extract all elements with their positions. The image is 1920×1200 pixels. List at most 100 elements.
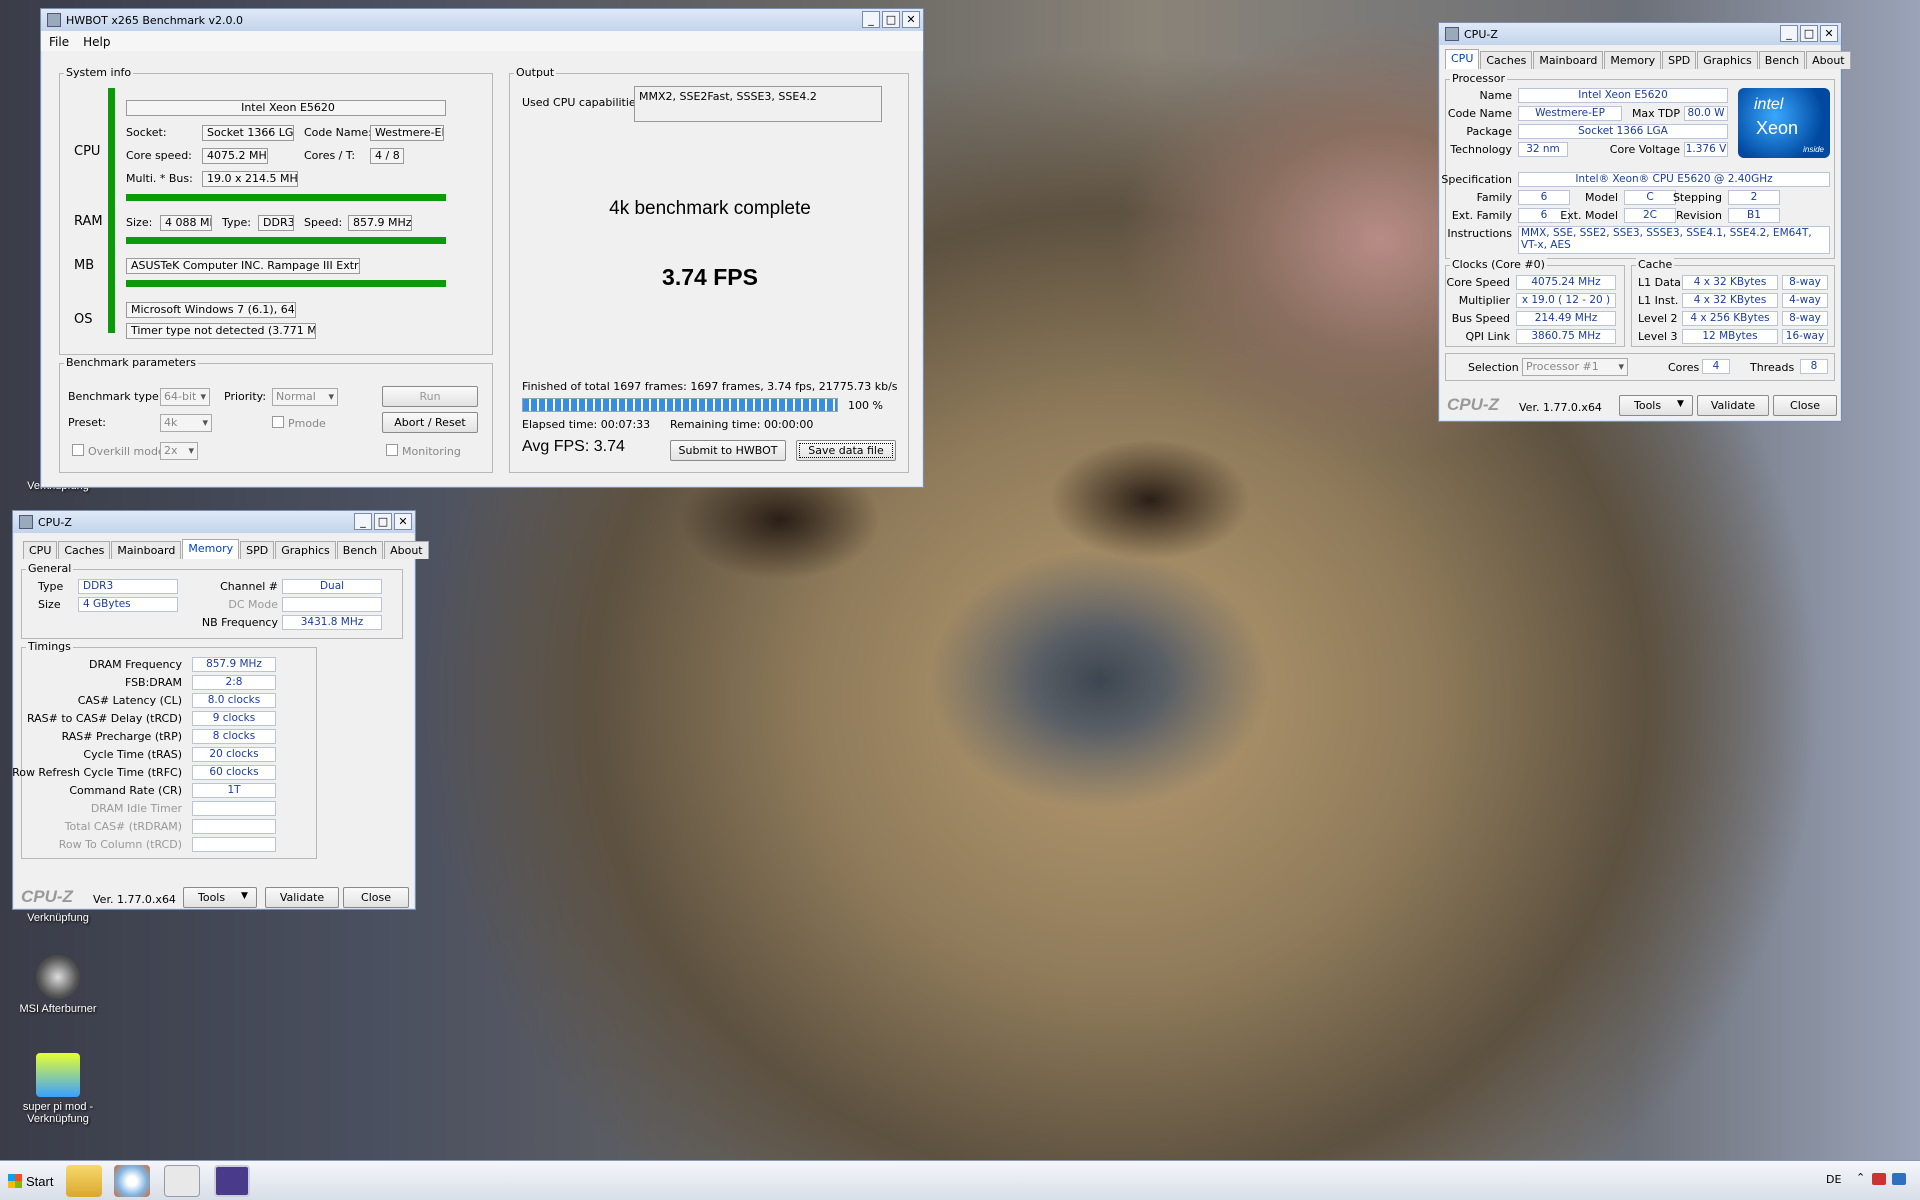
minimize-icon[interactable]: _ [354, 513, 372, 530]
desktop-icon-msi-afterburner[interactable]: MSI Afterburner [10, 955, 106, 1015]
instructions-value: MMX, SSE, SSE2, SSE3, SSSE3, SSE4.1, SSE… [1518, 226, 1830, 254]
tab-mainboard[interactable]: Mainboard [111, 541, 182, 559]
cpuz-app-icon [19, 515, 33, 529]
priority-select[interactable]: Normal [272, 388, 338, 406]
cpuz-app-icon [1445, 27, 1459, 41]
cpuz-version: Ver. 1.77.0.x64 [93, 893, 176, 906]
cpuz-taskbar-icon[interactable] [214, 1165, 250, 1197]
run-button[interactable]: Run [382, 386, 478, 407]
sysinfo-side-bar [108, 88, 115, 333]
paint-taskbar-icon[interactable] [114, 1165, 150, 1197]
selection-row: Selection Processor #1 Cores 4 Threads 8 [1445, 353, 1835, 381]
cores-label: Cores [1668, 361, 1700, 374]
close-icon[interactable]: ✕ [394, 513, 412, 530]
close-icon[interactable]: ✕ [1820, 25, 1838, 42]
l3-value: 12 MBytes [1682, 329, 1778, 344]
multiplier-value: x 19.0 ( 12 - 20 ) [1516, 293, 1616, 308]
timing-label: Row Refresh Cycle Time (tRFC) [12, 766, 182, 779]
hwbot-taskbar-icon[interactable] [164, 1165, 200, 1197]
tab-caches[interactable]: Caches [1480, 51, 1533, 69]
socket-field: Socket 1366 LGA [202, 125, 294, 141]
tab-graphics[interactable]: Graphics [275, 541, 336, 559]
model-label: Model [1584, 191, 1618, 204]
timing-value: 60 clocks [192, 765, 276, 780]
caps-field: MMX2, SSE2Fast, SSSE3, SSE4.2 [634, 86, 882, 122]
busspeed-label: Bus Speed [1451, 312, 1510, 325]
finished-summary: Finished of total 1697 frames: 1697 fram… [522, 380, 898, 393]
cpuz-mem-titlebar[interactable]: CPU-Z _ □ ✕ [13, 511, 415, 533]
tools-dropdown-icon[interactable]: ▼ [1677, 399, 1684, 409]
monitoring-checkbox[interactable]: Monitoring [386, 444, 461, 458]
cpuz-cpu-titlebar[interactable]: CPU-Z _ □ ✕ [1439, 23, 1841, 45]
timing-value [192, 837, 276, 852]
l3-label: Level 3 [1638, 330, 1678, 343]
maximize-icon[interactable]: □ [882, 11, 900, 28]
l1d-way: 8-way [1782, 275, 1828, 290]
overkill-checkbox[interactable]: Overkill mode [72, 444, 165, 458]
explorer-taskbar-icon[interactable] [66, 1165, 102, 1197]
extfamily-label: Ext. Family [1451, 209, 1512, 222]
name-value: Intel Xeon E5620 [1518, 88, 1728, 103]
params-title: Benchmark parameters [64, 356, 198, 369]
os-section-label: OS [74, 312, 93, 327]
abort-reset-button[interactable]: Abort / Reset [382, 412, 478, 433]
desktop-icon-shortcut-2[interactable]: Verknüpfung [10, 912, 106, 924]
corespeed-value: 4075.24 MHz [1516, 275, 1616, 290]
overkill-select[interactable]: 2x [160, 442, 198, 460]
tab-spd[interactable]: SPD [1662, 51, 1697, 69]
timing-value: 1T [192, 783, 276, 798]
close-button[interactable]: Close [1773, 395, 1837, 416]
pmode-checkbox[interactable]: Pmode [272, 416, 326, 430]
tray-flag-icon[interactable] [1892, 1173, 1906, 1185]
tab-about[interactable]: About [1806, 51, 1851, 69]
tab-cpu[interactable]: CPU [23, 541, 58, 559]
timer-field: Timer type not detected (3.771 MHz ) [126, 323, 316, 339]
menu-help[interactable]: Help [83, 35, 110, 49]
bench-type-select[interactable]: 64-bit [160, 388, 210, 406]
maximize-icon[interactable]: □ [374, 513, 392, 530]
save-data-button[interactable]: Save data file [796, 440, 896, 461]
timing-label: Command Rate (CR) [69, 784, 182, 797]
tab-memory[interactable]: Memory [1604, 51, 1662, 69]
start-button[interactable]: Start [2, 1169, 59, 1193]
hwbot-titlebar[interactable]: HWBOT x265 Benchmark v2.0.0 _ □ ✕ [41, 9, 923, 31]
tab-bench[interactable]: Bench [336, 541, 384, 559]
caps-label: Used CPU capabilities: [522, 96, 646, 109]
tray-network-icon[interactable] [1872, 1173, 1886, 1185]
tray-expand-icon[interactable]: ⌃ [1856, 1171, 1865, 1184]
validate-button[interactable]: Validate [265, 887, 339, 908]
tab-caches[interactable]: Caches [58, 541, 111, 559]
priority-label: Priority: [224, 390, 267, 403]
tab-graphics[interactable]: Graphics [1697, 51, 1758, 69]
threads-value: 8 [1800, 359, 1828, 374]
submit-hwbot-button[interactable]: Submit to HWBOT [670, 440, 786, 461]
afterburner-icon [36, 955, 80, 999]
tab-memory[interactable]: Memory [182, 539, 240, 559]
system-info-group: System info CPU RAM MB OS Intel Xeon E56… [59, 66, 493, 355]
close-icon[interactable]: ✕ [902, 11, 920, 28]
validate-button[interactable]: Validate [1697, 395, 1769, 416]
language-indicator[interactable]: DE [1826, 1173, 1841, 1186]
logo-inside-text: inside [1803, 145, 1824, 154]
desktop-icon-superpi[interactable]: super pi mod - Verknüpfung [10, 1053, 106, 1125]
cpuz-cpu-window: CPU-Z _ □ ✕ CPU Caches Mainboard Memory … [1438, 22, 1851, 422]
menu-file[interactable]: File [49, 35, 69, 49]
cores-label: Cores / T: [304, 149, 356, 162]
processor-select[interactable]: Processor #1 [1522, 358, 1628, 376]
tab-bench[interactable]: Bench [1758, 51, 1806, 69]
channel-value: Dual [282, 579, 382, 594]
tab-about[interactable]: About [384, 541, 429, 559]
preset-select[interactable]: 4k [160, 414, 212, 432]
tab-mainboard[interactable]: Mainboard [1533, 51, 1604, 69]
ram-size-label: Size: [126, 216, 153, 229]
cpuz-brand: CPU-Z [1447, 395, 1499, 414]
tab-spd[interactable]: SPD [240, 541, 275, 559]
tools-dropdown-icon[interactable]: ▼ [241, 891, 248, 901]
tab-cpu[interactable]: CPU [1445, 49, 1480, 69]
minimize-icon[interactable]: _ [862, 11, 880, 28]
maximize-icon[interactable]: □ [1800, 25, 1818, 42]
minimize-icon[interactable]: _ [1780, 25, 1798, 42]
close-button[interactable]: Close [343, 887, 409, 908]
timing-value: 20 clocks [192, 747, 276, 762]
timing-label: Cycle Time (tRAS) [83, 748, 182, 761]
